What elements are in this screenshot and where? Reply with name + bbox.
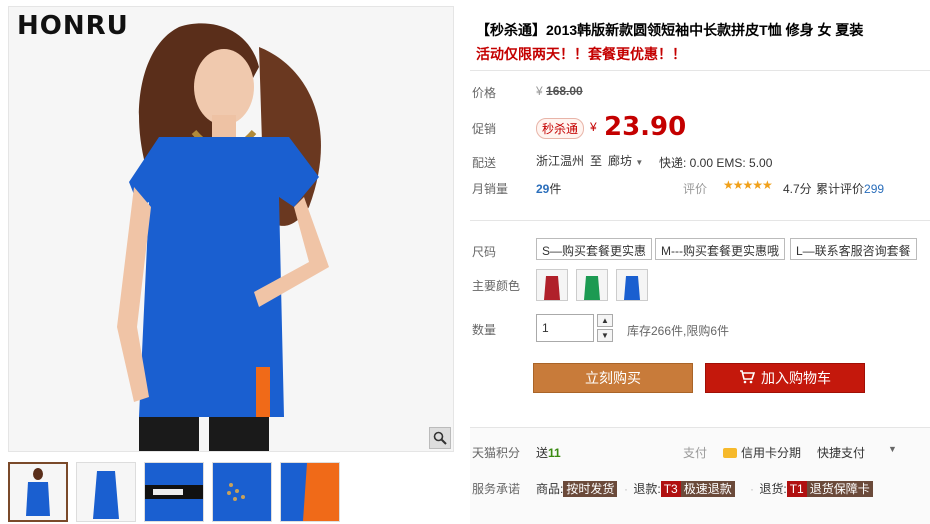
promo-text: 活动仅限两天！！套餐更优惠！！ bbox=[476, 46, 686, 62]
thumbnail-1[interactable] bbox=[8, 462, 68, 522]
service-ontime-delivery: 商品: 按时发货 bbox=[536, 480, 618, 497]
buy-now-button[interactable]: 立刻购买 bbox=[533, 363, 693, 393]
to-word: 至 bbox=[590, 154, 603, 168]
destination-select[interactable]: 廊坊 ▼ bbox=[608, 152, 643, 169]
quantity-down-icon[interactable]: ▼ bbox=[597, 329, 613, 342]
quick-pay[interactable]: 快捷支付 bbox=[817, 444, 865, 461]
payment-label: 支付 bbox=[683, 446, 708, 460]
size-option-m[interactable]: M---购买套餐更实惠哦 bbox=[655, 238, 785, 260]
monthly-sales: 29件 bbox=[536, 182, 562, 196]
model-photo bbox=[9, 7, 453, 451]
main-product-image[interactable]: HONRU bbox=[8, 6, 454, 452]
add-to-cart-button[interactable]: 加入购物车 bbox=[705, 363, 865, 393]
color-swatch-green[interactable] bbox=[576, 269, 608, 301]
original-price: ¥ 168.00 bbox=[536, 84, 583, 98]
stock-info: 库存266件,限购6件 bbox=[627, 324, 730, 338]
product-title: 【秒杀通】2013韩版新款圆领短袖中长款拼皮T恤 修身 女 夏装 bbox=[476, 22, 864, 38]
sales-label: 月销量 bbox=[472, 182, 509, 196]
brand-logo: HONRU bbox=[17, 11, 129, 41]
divider bbox=[470, 220, 930, 221]
thumbnail-3[interactable] bbox=[144, 462, 204, 522]
thumbnail-4[interactable] bbox=[212, 462, 272, 522]
rating-score: 4.7分 bbox=[783, 182, 812, 196]
magnifier-icon[interactable] bbox=[429, 427, 451, 449]
rating-label: 评价 bbox=[683, 182, 708, 196]
color-swatch-blue[interactable] bbox=[616, 269, 648, 301]
chevron-down-icon: ▼ bbox=[635, 158, 644, 167]
color-swatch-red[interactable] bbox=[536, 269, 568, 301]
delivery-label: 配送 bbox=[472, 156, 497, 170]
services-box bbox=[470, 427, 930, 524]
points-value: 送11 bbox=[536, 446, 561, 460]
quantity-label: 数量 bbox=[472, 323, 497, 337]
size-label: 尺码 bbox=[472, 245, 497, 259]
cart-icon bbox=[739, 369, 756, 387]
divider bbox=[470, 70, 930, 71]
star-rating-icon: ★★★★★ bbox=[723, 178, 773, 192]
service-fast-refund: · 退款: T3 极速退款 bbox=[622, 480, 735, 497]
color-label: 主要颜色 bbox=[472, 279, 521, 293]
service-return-guarantee: · 退货: T1 退货保障卡 bbox=[748, 480, 873, 497]
currency-symbol: ¥ bbox=[590, 120, 597, 134]
promo-label: 促销 bbox=[472, 122, 497, 136]
review-count-link[interactable]: 累计评价299 bbox=[816, 180, 884, 197]
quantity-up-icon[interactable]: ▲ bbox=[597, 314, 613, 327]
points-label: 天猫积分 bbox=[472, 446, 521, 460]
thumbnail-5[interactable] bbox=[280, 462, 340, 522]
credit-card-icon bbox=[723, 447, 737, 458]
credit-installment[interactable]: 信用卡分期 bbox=[723, 444, 801, 461]
size-option-l[interactable]: L—联系客服咨询套餐 bbox=[790, 238, 917, 260]
delivery-route: 浙江温州 至 廊坊 ▼ bbox=[536, 152, 643, 169]
sale-price: 23.90 bbox=[604, 112, 687, 142]
ship-from: 浙江温州 bbox=[536, 154, 585, 168]
thumbnail-2[interactable] bbox=[76, 462, 136, 522]
promo-badge: 秒杀通 bbox=[536, 118, 585, 139]
quantity-input[interactable] bbox=[536, 314, 594, 342]
chevron-down-icon[interactable]: ▼ bbox=[888, 444, 897, 454]
size-option-s[interactable]: S—购买套餐更实惠 bbox=[536, 238, 653, 260]
thumbnail-strip bbox=[8, 462, 340, 522]
divider bbox=[470, 427, 930, 428]
price-label: 价格 bbox=[472, 86, 497, 100]
shipping-cost: 快递: 0.00 EMS: 5.00 bbox=[659, 156, 773, 170]
service-label: 服务承诺 bbox=[472, 482, 521, 496]
